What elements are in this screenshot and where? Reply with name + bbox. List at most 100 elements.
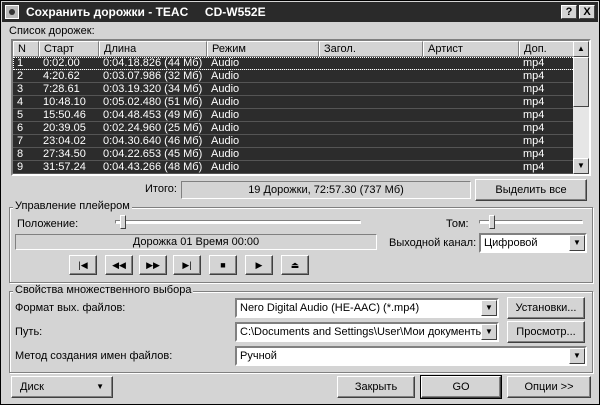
path-label: Путь: <box>15 326 43 338</box>
total-label: Итого: <box>145 183 177 195</box>
last-track-button[interactable]: ▶| <box>173 255 201 275</box>
table-cell: 4 <box>17 96 24 108</box>
table-cell: Audio <box>211 83 240 95</box>
scroll-thumb[interactable] <box>573 57 589 107</box>
play-button[interactable]: ▶ <box>245 255 273 275</box>
table-cell: 10:48.10 <box>43 96 86 108</box>
table-cell: 23:04.02 <box>43 135 86 147</box>
volume-label: Том: <box>446 218 469 230</box>
column-header[interactable]: Режим <box>207 41 319 57</box>
position-label: Положение: <box>17 218 79 230</box>
table-cell: 3 <box>17 83 24 95</box>
track-list[interactable]: N Старт Длина Режим Загол. Артист Доп. 1… <box>11 39 591 176</box>
chevron-down-icon[interactable]: ▼ <box>481 324 497 340</box>
app-icon <box>5 5 19 19</box>
table-cell: 0:03.19.320 (34 Мб) <box>103 83 203 95</box>
play-icon: ▶ <box>255 260 263 270</box>
table-cell: 2 <box>17 70 24 82</box>
first-track-button[interactable]: |◀ <box>69 255 97 275</box>
format-label: Формат вых. файлов: <box>15 302 126 314</box>
table-row[interactable]: 5 15:50.46 0:04.48.453 (49 Мб) Audio mp4 <box>13 109 575 122</box>
table-cell: mp4 <box>523 109 545 121</box>
save-tracks-window: Сохранить дорожки - TEAC CD-W552E ? X Сп… <box>0 0 600 405</box>
path-select[interactable]: C:\Documents and Settings\User\Мои докум… <box>235 322 499 342</box>
table-cell: Audio <box>211 122 240 134</box>
help-button[interactable]: ? <box>561 5 577 19</box>
table-row[interactable]: 1 0:02.00 0:04.18.826 (44 Мб) Audio mp4 <box>13 57 575 70</box>
table-row[interactable]: 8 27:34.50 0:04.22.653 (45 Мб) Audio mp4 <box>13 148 575 161</box>
rewind-icon: ◀◀ <box>112 260 126 270</box>
fast-forward-button[interactable]: ▶▶ <box>139 255 167 275</box>
column-header[interactable]: N <box>13 41 39 57</box>
table-cell: 5 <box>17 109 24 121</box>
table-cell: Audio <box>211 148 240 160</box>
table-row[interactable]: 3 7:28.61 0:03.19.320 (34 Мб) Audio mp4 <box>13 83 575 96</box>
dropdown-arrow-icon: ▼ <box>96 382 104 391</box>
eject-button[interactable]: ⏏ <box>281 255 309 275</box>
table-row[interactable]: 7 23:04.02 0:04.30.640 (46 Мб) Audio mp4 <box>13 135 575 148</box>
track-rows: 1 0:02.00 0:04.18.826 (44 Мб) Audio mp4 2 4:20… <box>13 57 575 174</box>
format-select[interactable]: Nero Digital Audio (HE-AAC) (*.mp4) ▼ <box>235 298 499 318</box>
table-cell: 0:04.22.653 (45 Мб) <box>103 148 203 160</box>
scroll-up-icon[interactable]: ▲ <box>573 41 589 57</box>
table-cell: Audio <box>211 135 240 147</box>
go-button[interactable]: GO <box>420 375 502 399</box>
chevron-down-icon[interactable]: ▼ <box>481 300 497 316</box>
table-cell: mp4 <box>523 96 545 108</box>
table-row[interactable]: 9 31:57.24 0:04.43.266 (48 Мб) Audio mp4 <box>13 161 575 174</box>
settings-button[interactable]: Установки... <box>507 297 585 319</box>
naming-method-value: Ручной <box>240 350 277 362</box>
browse-button[interactable]: Просмотр... <box>507 321 585 343</box>
table-cell: 0:04.48.453 (49 Мб) <box>103 109 203 121</box>
naming-method-select[interactable]: Ручной ▼ <box>235 346 587 366</box>
output-channel-label: Выходной канал: <box>389 237 477 249</box>
close-button[interactable]: Закрыть <box>337 376 415 398</box>
table-cell: 27:34.50 <box>43 148 86 160</box>
table-cell: mp4 <box>523 70 545 82</box>
chevron-down-icon[interactable]: ▼ <box>569 235 585 251</box>
table-cell: Audio <box>211 161 240 173</box>
column-header[interactable]: Старт <box>39 41 99 57</box>
chevron-down-icon[interactable]: ▼ <box>569 348 585 364</box>
format-value: Nero Digital Audio (HE-AAC) (*.mp4) <box>240 302 420 314</box>
table-row[interactable]: 6 20:39.05 0:02.24.960 (25 Мб) Audio mp4 <box>13 122 575 135</box>
table-cell: mp4 <box>523 122 545 134</box>
disk-button[interactable]: Диск ▼ <box>11 376 113 398</box>
playback-status: Дорожка 01 Время 00:00 <box>15 234 377 250</box>
table-cell: 9 <box>17 161 24 173</box>
rewind-button[interactable]: ◀◀ <box>105 255 133 275</box>
column-header[interactable]: Длина <box>99 41 207 57</box>
table-cell: 0:04.43.266 (48 Мб) <box>103 161 203 173</box>
output-channel-select[interactable]: Цифровой ▼ <box>479 233 587 253</box>
table-cell: 1 <box>17 57 24 69</box>
naming-method-label: Метод создания имен файлов: <box>15 350 173 362</box>
volume-slider-thumb[interactable] <box>488 215 495 229</box>
table-row[interactable]: 2 4:20.62 0:03.07.986 (32 Мб) Audio mp4 <box>13 70 575 83</box>
table-cell: 6 <box>17 122 24 134</box>
table-cell: Audio <box>211 57 240 69</box>
table-cell: 7 <box>17 135 24 147</box>
properties-group-title: Свойства множественного выбора <box>13 284 194 296</box>
column-header[interactable]: Артист <box>423 41 519 57</box>
table-cell: 8 <box>17 148 24 160</box>
scroll-down-icon[interactable]: ▼ <box>573 158 589 174</box>
stop-icon: ■ <box>220 260 226 270</box>
table-cell: 4:20.62 <box>43 70 80 82</box>
position-slider-track[interactable] <box>115 220 361 224</box>
table-cell: Audio <box>211 96 240 108</box>
select-all-button[interactable]: Выделить все <box>475 179 587 201</box>
window-title: Сохранить дорожки - TEAC CD-W552E <box>26 5 266 19</box>
title-bar: Сохранить дорожки - TEAC CD-W552E ? X <box>2 2 598 22</box>
table-cell: 20:39.05 <box>43 122 86 134</box>
table-cell: mp4 <box>523 83 545 95</box>
options-button[interactable]: Опции >> <box>507 376 591 398</box>
table-cell: 31:57.24 <box>43 161 86 173</box>
column-header[interactable]: Доп. <box>519 41 575 57</box>
position-slider-thumb[interactable] <box>119 215 126 229</box>
column-header[interactable]: Загол. <box>319 41 423 57</box>
stop-button[interactable]: ■ <box>209 255 237 275</box>
close-window-button[interactable]: X <box>579 5 595 19</box>
vertical-scrollbar[interactable]: ▲ ▼ <box>573 41 589 174</box>
table-row[interactable]: 4 10:48.10 0:05.02.480 (51 Мб) Audio mp4 <box>13 96 575 109</box>
table-cell: Audio <box>211 70 240 82</box>
